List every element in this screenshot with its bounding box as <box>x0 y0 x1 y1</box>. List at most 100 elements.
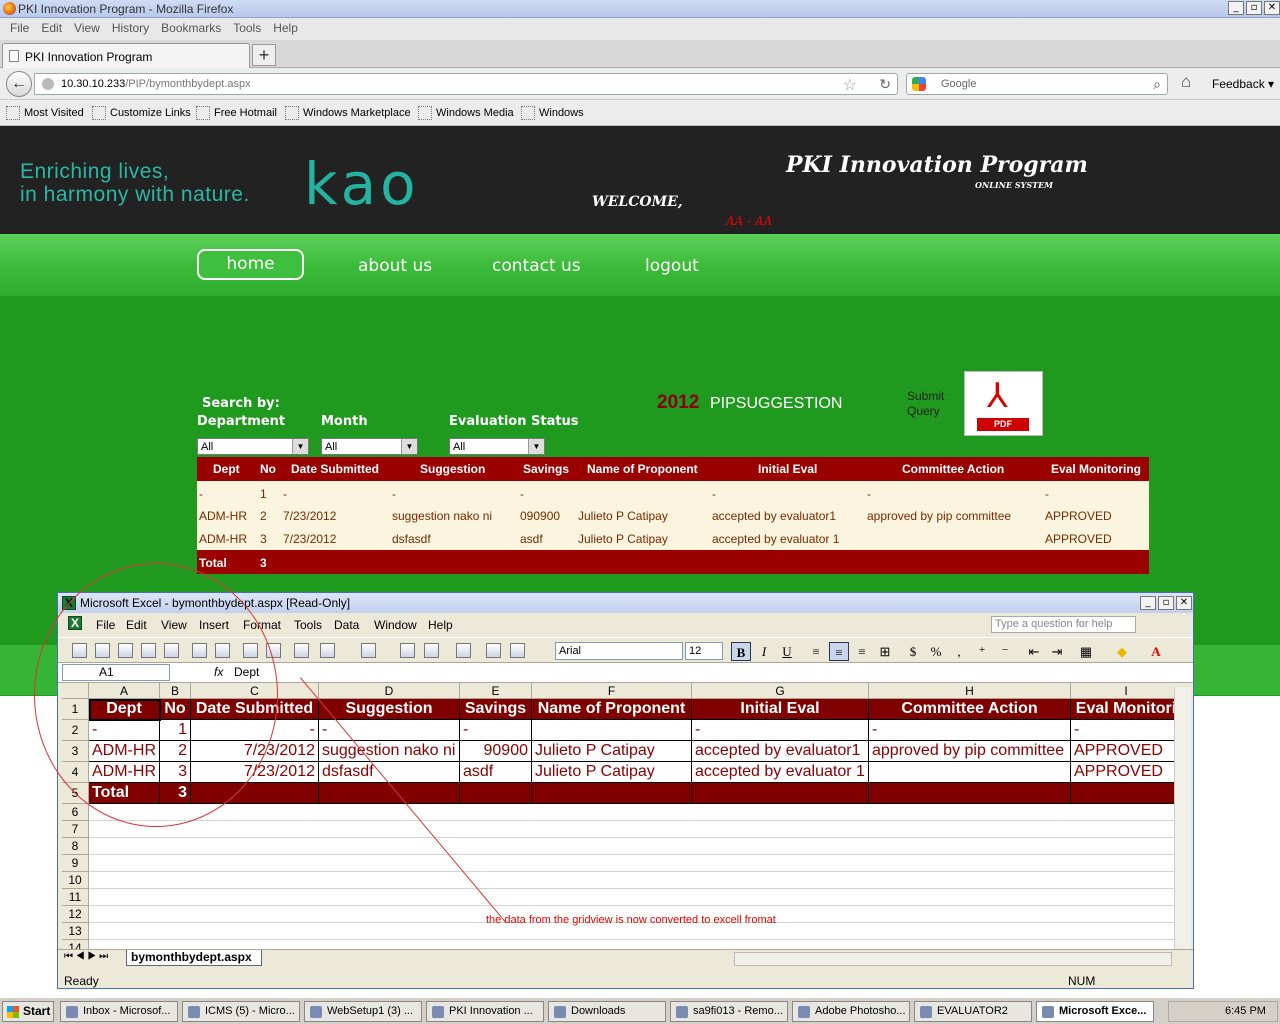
sheet-cell[interactable] <box>692 783 869 804</box>
sheet-cell[interactable]: Initial Eval <box>692 699 869 720</box>
home-icon[interactable]: ⌂ <box>1181 72 1191 92</box>
taskbar-item-active[interactable]: Microsoft Exce... <box>1036 1001 1154 1022</box>
excel-close-button[interactable]: ✕ <box>1176 596 1192 610</box>
sheet-cell[interactable]: Eval Monitori <box>1071 699 1174 720</box>
pdf-export-button[interactable]: ⅄ PDF <box>964 371 1043 436</box>
sheet-cell[interactable] <box>532 720 692 741</box>
sheet-cell[interactable] <box>1071 783 1174 804</box>
column-header[interactable]: G <box>692 683 869 699</box>
menu-tools[interactable]: Tools <box>227 18 267 40</box>
row-header[interactable]: 6 <box>62 804 89 821</box>
bookmark-customize-links[interactable]: Customize Links <box>92 106 191 120</box>
sheet-cell[interactable]: Savings <box>460 699 532 720</box>
department-select[interactable]: All <box>197 438 309 455</box>
font-name-select[interactable]: Arial <box>555 642 683 660</box>
row-header[interactable]: 13 <box>62 923 89 940</box>
close-button[interactable]: ✕ <box>1264 1 1280 15</box>
column-header[interactable]: F <box>532 683 692 699</box>
sheet-cell[interactable] <box>869 783 1071 804</box>
sheet-cell[interactable]: - <box>692 720 869 741</box>
column-header[interactable]: E <box>460 683 532 699</box>
row-header[interactable]: 14 <box>62 940 89 949</box>
row-header[interactable]: 11 <box>62 889 89 906</box>
paste-icon[interactable] <box>320 643 335 658</box>
tab-pki[interactable]: PKI Innovation Program <box>2 43 250 68</box>
column-header[interactable]: H <box>869 683 1071 699</box>
bookmark-most-visited[interactable]: Most Visited <box>6 106 84 120</box>
sheet-cell[interactable]: Julieto P Catipay <box>532 762 692 783</box>
menu-edit[interactable]: Edit <box>35 18 68 40</box>
sheet-cell[interactable]: Suggestion <box>319 699 460 720</box>
increase-decimal-icon[interactable]: ⁺ <box>972 642 992 661</box>
excel-maximize-button[interactable]: ▫ <box>1158 596 1174 610</box>
sheet-nav-arrows-icon[interactable]: ⏮ ◀ ▶ ⏭ <box>64 951 108 962</box>
sort-icon[interactable] <box>456 643 471 658</box>
decrease-indent-icon[interactable]: ⇤ <box>1024 642 1044 661</box>
feedback-button[interactable]: Feedback ▾ <box>1212 77 1274 91</box>
new-tab-button[interactable]: + <box>252 44 276 66</box>
sheet-cell[interactable]: - <box>869 720 1071 741</box>
sheet-cell[interactable] <box>460 783 532 804</box>
taskbar-item[interactable]: Adobe Photosho... <box>792 1001 910 1022</box>
bookmark-windows-media[interactable]: Windows Media <box>418 106 514 120</box>
taskbar-item[interactable]: Inbox - Microsof... <box>60 1001 178 1022</box>
start-button[interactable]: Start <box>2 1001 54 1022</box>
taskbar-item[interactable]: Downloads <box>548 1001 666 1022</box>
menu-bookmarks[interactable]: Bookmarks <box>155 18 227 40</box>
taskbar-item[interactable]: EVALUATOR2 <box>914 1001 1032 1022</box>
menu-file[interactable]: File <box>4 18 35 40</box>
increase-indent-icon[interactable]: ⇥ <box>1047 642 1067 661</box>
status-select[interactable]: All <box>449 438 545 455</box>
search-box[interactable]: Google ⌕ <box>906 73 1168 95</box>
align-right-icon[interactable]: ≡ <box>852 642 872 661</box>
font-size-select[interactable]: 12 <box>685 642 723 660</box>
nav-about-us[interactable]: about us <box>358 256 432 276</box>
sheet-cell[interactable]: suggestion nako ni <box>319 741 460 762</box>
sheet-cell[interactable]: 90900 <box>460 741 532 762</box>
row-header[interactable]: 10 <box>62 872 89 889</box>
sheet-cell[interactable]: Committee Action <box>869 699 1071 720</box>
borders-icon[interactable]: ▦ <box>1076 642 1096 661</box>
menu-history[interactable]: History <box>106 18 155 40</box>
currency-icon[interactable]: $ <box>903 642 923 661</box>
taskbar-item[interactable]: ICMS (5) - Micro... <box>182 1001 300 1022</box>
month-select[interactable]: All <box>321 438 418 455</box>
sheet-cell[interactable]: dsfasdf <box>319 762 460 783</box>
fill-color-icon[interactable]: ◆ <box>1112 642 1132 661</box>
row-header[interactable]: 9 <box>62 855 89 872</box>
taskbar-item[interactable]: sa9fi013 - Remo... <box>670 1001 788 1022</box>
font-color-icon[interactable]: A <box>1146 642 1166 661</box>
url-bar[interactable]: 10.30.10.233/PIP/bymonthbydept.aspx ☆ ↻ <box>34 73 898 95</box>
menu-help[interactable]: Help <box>267 18 304 40</box>
percent-icon[interactable]: % <box>926 642 946 661</box>
sheet-tab[interactable]: bymonthbydept.aspx <box>126 950 262 966</box>
row-header[interactable]: 7 <box>62 821 89 838</box>
xl-menu-help[interactable]: Help <box>428 618 453 632</box>
magnifier-icon[interactable]: ⌕ <box>1153 76 1161 93</box>
comma-icon[interactable]: , <box>949 642 969 661</box>
bookmark-free-hotmail[interactable]: Free Hotmail <box>196 106 277 120</box>
taskbar-item[interactable]: WebSetup1 (3) ... <box>304 1001 422 1022</box>
cut-icon[interactable] <box>294 643 309 658</box>
sheet-cell[interactable] <box>869 762 1071 783</box>
sheet-cell[interactable] <box>319 783 460 804</box>
underline-button[interactable]: U <box>777 642 797 661</box>
row-header[interactable]: 8 <box>62 838 89 855</box>
sheet-cell[interactable]: APPROVED <box>1071 762 1174 783</box>
nav-contact-us[interactable]: contact us <box>492 256 581 276</box>
align-center-icon[interactable]: ≡ <box>829 642 849 661</box>
maximize-button[interactable]: ▫ <box>1246 1 1262 15</box>
bookmark-windows[interactable]: Windows <box>521 106 584 120</box>
sheet-cell[interactable]: - <box>1071 720 1174 741</box>
bookmark-star-icon[interactable]: ☆ <box>843 75 857 95</box>
help-icon[interactable] <box>510 643 525 658</box>
align-left-icon[interactable]: ≡ <box>806 642 826 661</box>
taskbar-item[interactable]: PKI Innovation ... <box>426 1001 544 1022</box>
nav-home[interactable]: home <box>197 249 304 280</box>
submit-query-button[interactable]: Submit Query <box>907 389 957 419</box>
sheet-cell[interactable]: accepted by evaluator 1 <box>692 762 869 783</box>
column-header[interactable]: D <box>319 683 460 699</box>
autosum-icon[interactable] <box>424 643 439 658</box>
sheet-cell[interactable]: - <box>460 720 532 741</box>
bold-button[interactable]: B <box>731 642 751 661</box>
